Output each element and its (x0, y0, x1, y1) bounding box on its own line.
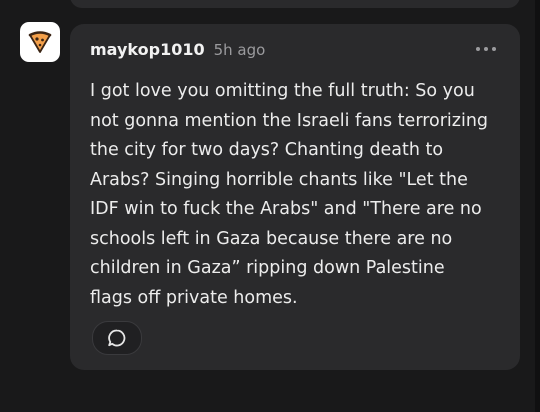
dot (476, 47, 480, 51)
scrollbar[interactable] (535, 0, 540, 412)
reply-button[interactable] (92, 321, 142, 355)
pizza-slice-icon (28, 31, 52, 53)
author-name[interactable]: maykop1010 (90, 40, 205, 59)
previous-comment-card (70, 0, 520, 8)
speech-bubble-icon (108, 329, 126, 347)
dot (484, 47, 488, 51)
comment-body: I got love you omitting the full truth: … (90, 81, 489, 308)
comment-timestamp: 5h ago (213, 41, 266, 59)
dot (492, 47, 496, 51)
avatar[interactable] (20, 22, 60, 62)
more-options-icon[interactable] (476, 47, 496, 51)
comment-header: maykop1010 5h ago (90, 40, 265, 59)
comment-card: maykop1010 5h ago I got love you omittin… (70, 24, 520, 370)
